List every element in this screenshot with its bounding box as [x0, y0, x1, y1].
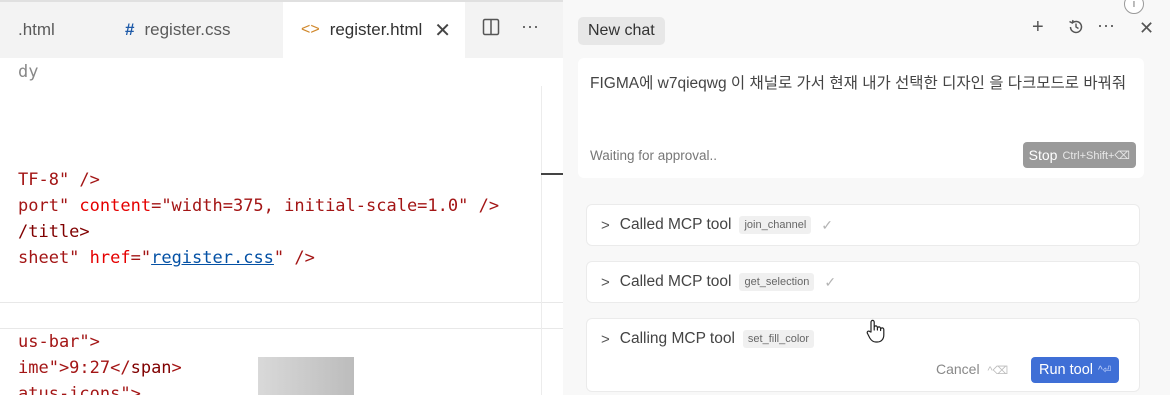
editor-tab-bar: .html # register.css <> register.html ✕ …: [0, 0, 563, 58]
plus-icon[interactable]: +: [1032, 16, 1044, 39]
code-link[interactable]: register.css: [151, 248, 274, 268]
chat-panel: New chat + ··· ✕ i FIGMA에 w7qieqwg 이 채널로…: [563, 0, 1170, 395]
code-token: us-bar">: [18, 332, 100, 352]
code-token: /title>: [18, 222, 90, 242]
code-line: us-bar">: [18, 332, 100, 352]
close-icon[interactable]: ✕: [1139, 18, 1154, 39]
divider: [0, 302, 563, 303]
code-token: =": [130, 248, 152, 268]
shortcut-hint: ^⏎: [1098, 364, 1112, 376]
check-icon: ✓: [821, 216, 833, 233]
code-token: span: [130, 358, 172, 378]
shortcut-hint: ^⌫: [987, 365, 1009, 377]
status-text: Waiting for approval..: [590, 148, 718, 163]
code-area[interactable]: dy TF-8" /> port" content="width=375, in…: [0, 58, 563, 395]
code-token: atus-icons">: [18, 384, 141, 395]
more-icon[interactable]: ···: [521, 16, 539, 37]
code-line: atus-icons">: [18, 384, 141, 395]
user-prompt: FIGMA에 w7qieqwg 이 채널로 가서 현재 내가 선택한 디자인 을…: [590, 75, 1127, 92]
code-attribute: content: [79, 196, 152, 216]
close-tab-icon[interactable]: ✕: [434, 18, 451, 43]
tab-label: register.css: [144, 20, 231, 39]
more-icon[interactable]: ···: [1097, 15, 1115, 36]
tab-label: register.html: [329, 20, 423, 39]
code-token: sheet": [18, 248, 90, 268]
code-line: sheet" href="register.css" />: [18, 248, 315, 268]
code-token: >: [171, 358, 182, 378]
tool-call-label: Called MCP tool: [619, 273, 732, 290]
chevron-right-icon[interactable]: >: [601, 331, 610, 348]
run-tool-button[interactable]: Run tool ^⏎: [1031, 357, 1120, 383]
tool-call-label: Calling MCP tool: [619, 330, 735, 347]
tool-call-card[interactable]: > Called MCP tool get_selection ✓: [586, 261, 1140, 303]
prompt-card: FIGMA에 w7qieqwg 이 채널로 가서 현재 내가 선택한 디자인 을…: [578, 58, 1144, 178]
code-line: ime">9:27</span>: [18, 358, 182, 378]
hand-cursor-icon: [865, 318, 887, 350]
minimap-border: [541, 86, 542, 395]
code-editor: .html # register.css <> register.html ✕ …: [0, 0, 563, 395]
stop-button[interactable]: Stop Ctrl+Shift+⌫: [1022, 142, 1136, 168]
tool-name-badge: set_fill_color: [742, 330, 815, 348]
code-line: /title>: [18, 222, 90, 242]
code-token: TF-8" />: [18, 170, 100, 190]
run-tool-label: Run tool: [1039, 362, 1094, 378]
split-editor-icon[interactable]: [482, 18, 500, 41]
tool-call-row: > Calling MCP tool set_fill_color: [601, 330, 815, 348]
cancel-button[interactable]: Cancel ^⌫: [936, 361, 1008, 377]
code-line: TF-8" />: [18, 170, 100, 190]
divider: [0, 328, 563, 329]
info-icon[interactable]: i: [1124, 0, 1144, 14]
new-chat-title[interactable]: New chat: [578, 17, 665, 45]
chevron-right-icon[interactable]: >: [601, 217, 610, 234]
code-token: " />: [273, 248, 315, 268]
shortcut-hint: Ctrl+Shift+⌫: [1062, 149, 1130, 162]
code-attribute: href: [89, 248, 131, 268]
css-file-icon: #: [125, 20, 135, 39]
tab-register-html[interactable]: <> register.html ✕: [283, 2, 466, 58]
tab-label: .html: [18, 20, 55, 39]
code-line: port" content="width=375, initial-scale=…: [18, 196, 499, 216]
check-icon: ✓: [824, 273, 837, 290]
tool-call-row: > Called MCP tool get_selection ✓: [601, 273, 836, 291]
cancel-label: Cancel: [936, 361, 980, 377]
stop-label: Stop: [1028, 147, 1058, 163]
code-line: dy: [18, 62, 39, 82]
html-file-icon: <>: [301, 21, 320, 38]
tab-register-css[interactable]: # register.css: [125, 2, 230, 58]
tool-name-badge: get_selection: [739, 273, 815, 291]
tool-call-row: > Called MCP tool join_channel ✓: [601, 216, 833, 234]
minimap-marker: [541, 173, 563, 175]
tool-name-badge: join_channel: [739, 216, 812, 234]
tool-call-label: Called MCP tool: [619, 216, 732, 233]
blurred-region: [258, 357, 354, 395]
code-token: ="width=375, initial-scale=1.0" />: [151, 196, 500, 216]
tab-html[interactable]: .html: [18, 2, 55, 58]
tool-call-card[interactable]: > Called MCP tool join_channel ✓: [586, 204, 1140, 246]
chat-header: New chat + ··· ✕ i: [563, 0, 1170, 58]
code-token: ime">9:27</: [18, 358, 131, 378]
history-icon[interactable]: [1067, 18, 1085, 41]
code-token: port": [18, 196, 80, 216]
chevron-right-icon[interactable]: >: [601, 274, 610, 291]
